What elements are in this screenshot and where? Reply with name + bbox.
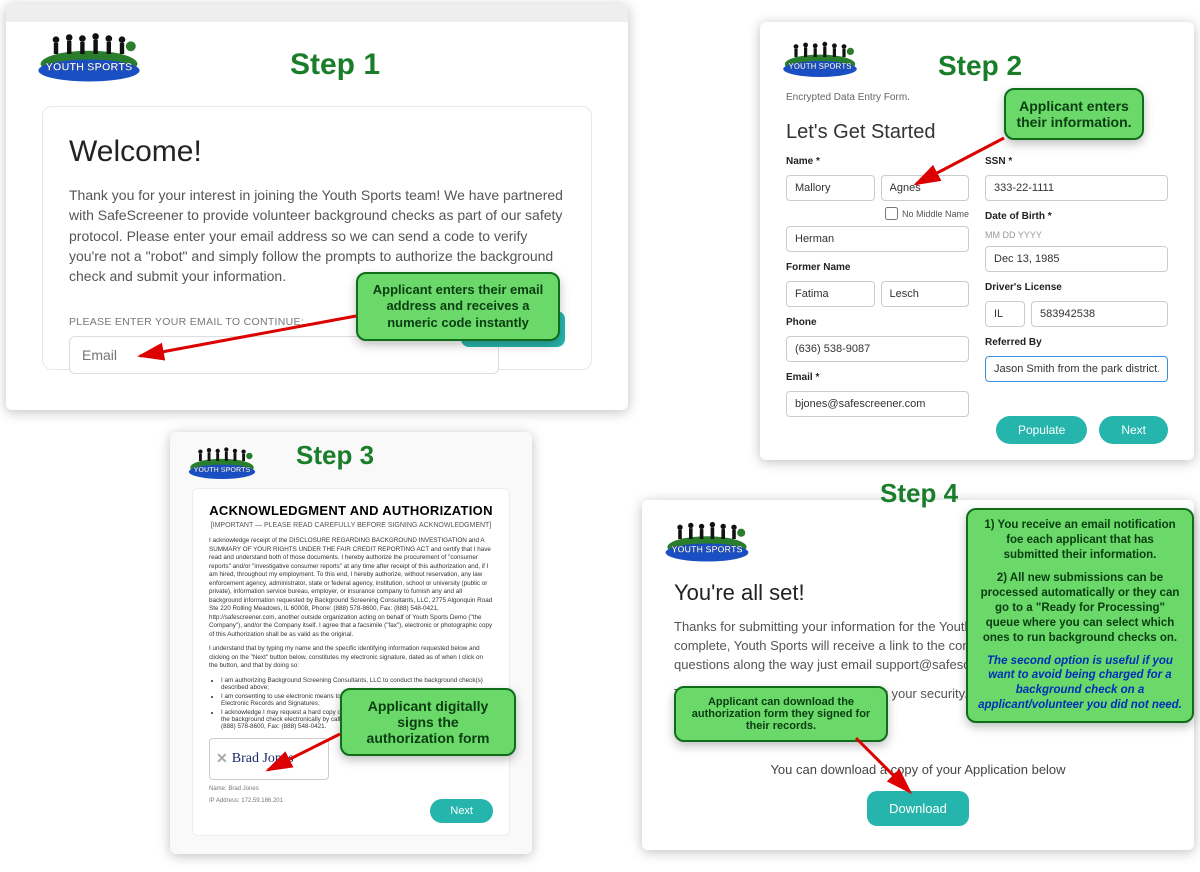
first-name-input[interactable] [786, 175, 875, 201]
brand-logo [186, 442, 258, 480]
dl-number-input[interactable] [1031, 301, 1168, 327]
former-label: Former Name [786, 262, 969, 273]
download-label: You can download a copy of your Applicat… [674, 762, 1162, 777]
dob-input[interactable] [985, 246, 1168, 272]
step4-callout-b: 1) You receive an email notification foe… [966, 508, 1194, 723]
form-right-column: SSN * Date of Birth * MM DD YYYY Driver'… [985, 156, 1168, 417]
former-first-input[interactable] [786, 281, 875, 307]
signature-text: Brad Jones [232, 751, 294, 767]
dob-hint: MM DD YYYY [985, 230, 1168, 240]
download-button[interactable]: Download [867, 791, 969, 826]
signature-box[interactable]: ✕ Brad Jones [209, 738, 329, 780]
brand-logo [34, 26, 144, 82]
ssn-input[interactable] [985, 175, 1168, 201]
dl-label: Driver's License [985, 282, 1168, 293]
step3-title: Step 3 [296, 440, 374, 471]
phone-input[interactable] [786, 336, 969, 362]
dl-state-input[interactable] [985, 301, 1025, 327]
referred-input[interactable] [985, 356, 1168, 382]
no-middle-checkbox[interactable] [885, 207, 898, 220]
step1-callout: Applicant enters their email address and… [356, 272, 560, 341]
callout-b-line2: 2) All new submissions can be processed … [978, 571, 1182, 646]
step3-callout: Applicant digitally signs the authorizat… [340, 688, 516, 756]
referred-label: Referred By [985, 337, 1168, 348]
email-input[interactable] [786, 391, 969, 417]
former-last-input[interactable] [881, 281, 970, 307]
step1-title: Step 1 [290, 48, 380, 82]
form-left-column: Name * No Middle Name Former Name Phone … [786, 156, 969, 417]
brand-logo [780, 36, 860, 78]
step2-callout: Applicant enters their information. [1004, 88, 1144, 140]
auth-p2: I understand that by typing my name and … [209, 645, 493, 671]
callout-b-line3: The second option is useful if you want … [978, 654, 1182, 714]
no-middle-wrap[interactable]: No Middle Name [786, 207, 969, 220]
email-label: Email * [786, 372, 969, 383]
step4-title: Step 4 [880, 478, 958, 509]
name-label: Name * [786, 156, 969, 167]
welcome-heading: Welcome! [69, 135, 565, 169]
window-bar [6, 4, 628, 22]
email-input[interactable] [69, 336, 499, 374]
dob-label: Date of Birth * [985, 211, 1168, 222]
sig-meta-name: Name: Brad Jones [209, 786, 493, 792]
populate-button[interactable]: Populate [996, 416, 1087, 444]
phone-label: Phone [786, 317, 969, 328]
last-name-input[interactable] [786, 226, 969, 252]
auth-p1: I acknowledge receipt of the DISCLOSURE … [209, 537, 493, 639]
callout-b-line1: 1) You receive an email notification foe… [978, 518, 1182, 563]
auth-heading: ACKNOWLEDGMENT AND AUTHORIZATION [209, 503, 493, 518]
auth-subheading: [IMPORTANT — PLEASE READ CAREFULLY BEFOR… [209, 522, 493, 529]
next-button[interactable]: Next [1099, 416, 1168, 444]
next-button[interactable]: Next [430, 799, 493, 823]
signature-x-icon: ✕ [216, 750, 228, 767]
brand-logo [662, 516, 752, 562]
step3-panel: ACKNOWLEDGMENT AND AUTHORIZATION [IMPORT… [170, 432, 532, 854]
step4-callout-a: Applicant can download the authorization… [674, 686, 888, 742]
step2-title: Step 2 [938, 50, 1022, 82]
ssn-label: SSN * [985, 156, 1168, 167]
middle-name-input[interactable] [881, 175, 970, 201]
